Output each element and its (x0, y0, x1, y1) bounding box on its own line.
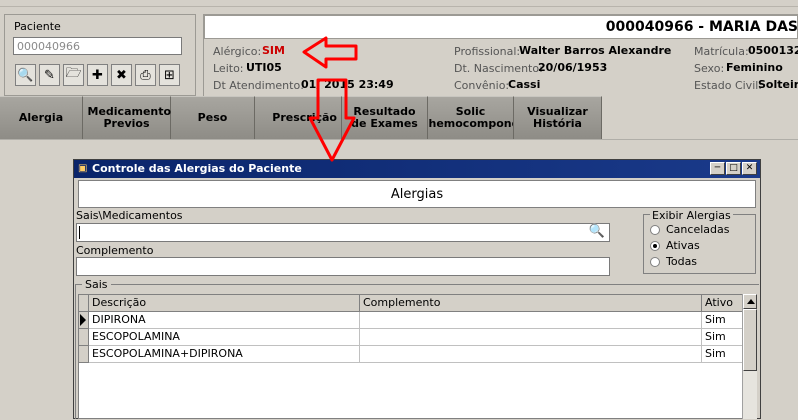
annotation-overlay (302, 36, 358, 162)
annotation-arrow-left (302, 36, 358, 69)
annotation-arrow-down (308, 78, 356, 162)
